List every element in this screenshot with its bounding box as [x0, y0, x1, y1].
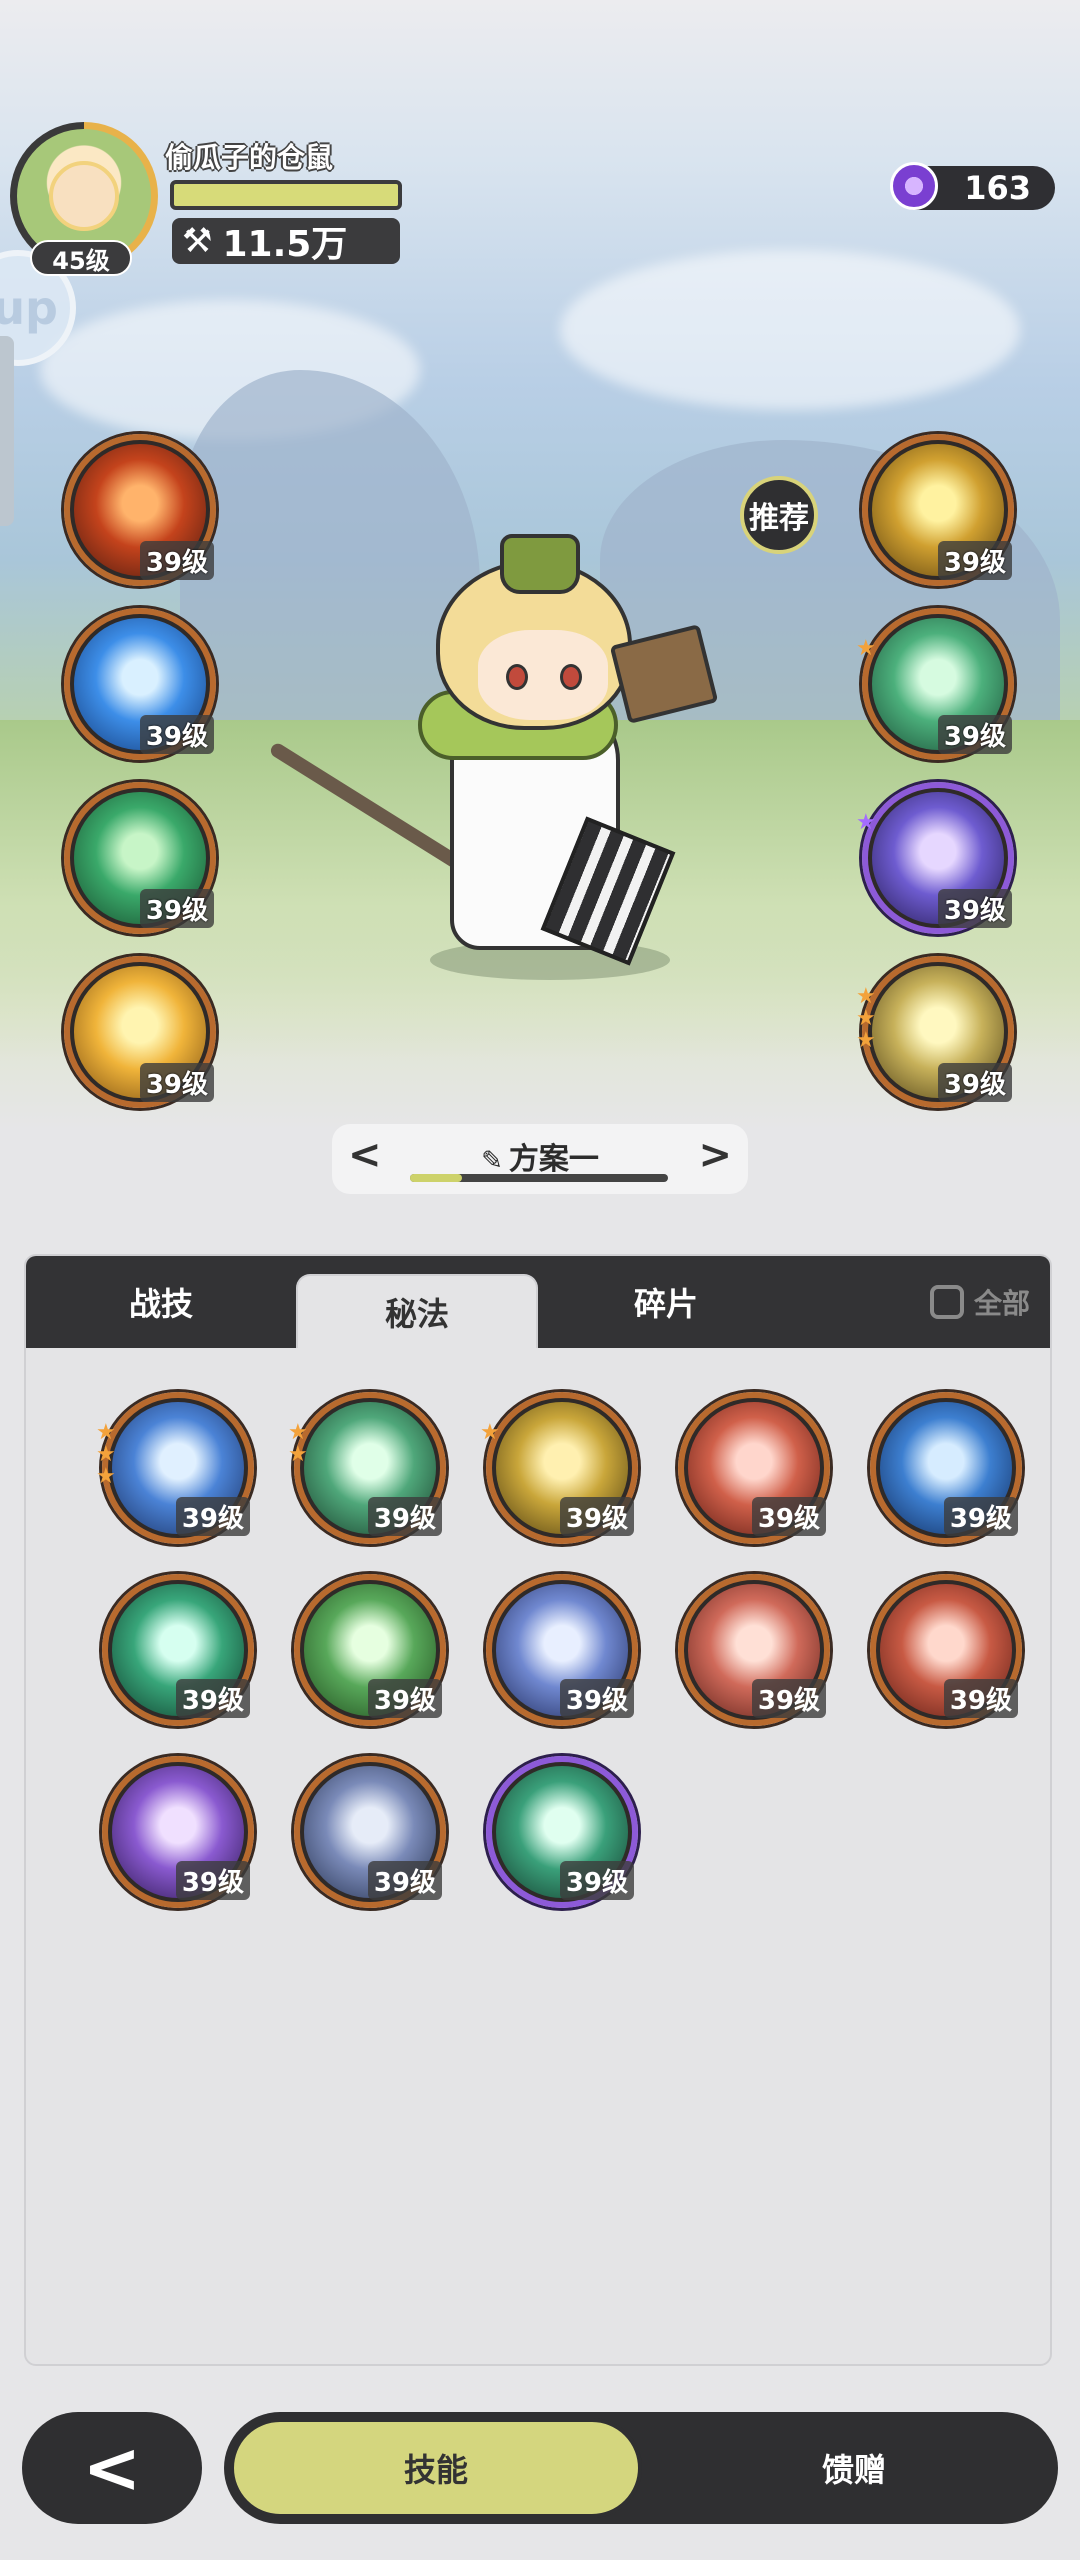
skill-level: 39级: [139, 715, 214, 754]
preset-selector: < ✎ 方案一 >: [332, 1124, 748, 1194]
skill-level: 39级: [751, 1679, 826, 1718]
skill-level: 39级: [175, 1497, 250, 1536]
nav-skills[interactable]: 技能: [230, 2418, 642, 2518]
nav-gifts[interactable]: 馈赠: [654, 2418, 1054, 2518]
skill-level: 39级: [139, 1063, 214, 1102]
star-icon: ★: [480, 1420, 500, 1445]
preset-next-button[interactable]: >: [698, 1132, 732, 1178]
skill-panel: 战技 秘法 碎片 全部 39级 ★ ★ ★ 39级 ★ ★ 39级 ★ 39级 39级 39级 39级 3…: [24, 1254, 1052, 2366]
player-name: 偷瓜子的仓鼠: [165, 141, 334, 174]
star-icon: ★: [288, 1442, 308, 1467]
preset-indicator-fill: [410, 1174, 462, 1182]
skill-slot[interactable]: 39级: [294, 1756, 446, 1908]
equipped-skill-right[interactable]: 39级 ★: [856, 608, 1014, 760]
character-hat: [500, 534, 580, 594]
skill-level: 39级: [559, 1497, 634, 1536]
recommend-button[interactable]: 推荐: [740, 476, 818, 554]
purple-gem-icon: [890, 162, 938, 210]
skill-level: 39级: [139, 541, 214, 580]
skill-slot[interactable]: 39级: [294, 1574, 446, 1726]
exp-bar: [170, 180, 402, 210]
avatar-face: [49, 161, 119, 231]
equipped-skill-right[interactable]: 39级 ★ ★ ★: [856, 956, 1014, 1108]
star-icon: ★: [856, 1028, 876, 1053]
skill-slot[interactable]: 39级: [102, 1574, 254, 1726]
cloud: [560, 250, 1020, 410]
skill-slot[interactable]: 39级 ★ ★: [288, 1392, 446, 1544]
edit-pen-icon: ✎: [481, 1146, 503, 1176]
equipped-skill-left[interactable]: 39级: [64, 782, 216, 934]
tab-secret-arts[interactable]: 秘法: [296, 1274, 538, 1348]
skill-slot[interactable]: 39级 ★: [480, 1392, 638, 1544]
show-all-checkbox[interactable]: [929, 1285, 964, 1319]
show-all-filter[interactable]: 全部: [929, 1282, 1030, 1322]
preset-name: 方案一: [508, 1142, 599, 1177]
skill-slot[interactable]: 39级: [486, 1574, 638, 1726]
equipped-skill-right[interactable]: 39级 ★: [856, 782, 1014, 934]
combat-power-value: 11.5万: [222, 224, 348, 265]
character-eye: [560, 664, 582, 690]
mountain: [180, 370, 480, 730]
skill-level: 39级: [937, 715, 1012, 754]
skill-slot[interactable]: 39级: [102, 1756, 254, 1908]
skill-level: 39级: [175, 1679, 250, 1718]
show-all-label: 全部: [973, 1287, 1030, 1320]
equipped-skill-left[interactable]: 39级: [64, 608, 216, 760]
skill-level: 39级: [937, 1063, 1012, 1102]
skill-slot[interactable]: 39级: [678, 1392, 830, 1544]
star-icon: ★: [856, 636, 876, 661]
back-arrow-icon: <: [82, 2427, 142, 2509]
skill-slot[interactable]: 39级: [678, 1574, 830, 1726]
player-level-badge: 45级: [30, 240, 132, 276]
tab-fragments[interactable]: 碎片: [538, 1256, 794, 1348]
skill-level: 39级: [943, 1497, 1018, 1536]
skill-level: 39级: [751, 1497, 826, 1536]
crossed-tools-icon: ⚒: [182, 221, 213, 261]
preset-name-button[interactable]: ✎ 方案一: [332, 1134, 748, 1178]
tab-combat-skills[interactable]: 战技: [26, 1256, 296, 1348]
skill-level: 39级: [139, 889, 214, 928]
equipped-skill-right[interactable]: 39级: [862, 434, 1014, 586]
bottom-nav: 技能 馈赠: [224, 2412, 1058, 2524]
skill-level: 39级: [559, 1679, 634, 1718]
skill-level: 39级: [367, 1679, 442, 1718]
side-strip[interactable]: [0, 336, 14, 526]
skill-level: 39级: [367, 1861, 442, 1900]
skill-slot[interactable]: 39级: [486, 1756, 638, 1908]
currency-amount: 163: [964, 169, 1031, 207]
equipped-skill-left[interactable]: 39级: [64, 956, 216, 1108]
star-icon: ★: [856, 810, 876, 835]
skill-level: 39级: [367, 1497, 442, 1536]
back-button[interactable]: <: [22, 2412, 202, 2524]
skill-level: 39级: [937, 889, 1012, 928]
skill-slot[interactable]: 39级 ★ ★ ★: [96, 1392, 254, 1544]
skill-level: 39级: [937, 541, 1012, 580]
skill-slot[interactable]: 39级: [870, 1392, 1022, 1544]
skill-tabs: 战技 秘法 碎片 全部: [26, 1256, 1050, 1348]
character-face: [478, 630, 608, 720]
character-eye: [506, 664, 528, 690]
preset-indicator: [410, 1174, 668, 1182]
combat-power: ⚒ 11.5万: [172, 218, 400, 265]
skill-level: 39级: [559, 1861, 634, 1900]
skill-level: 39级: [175, 1861, 250, 1900]
equipped-skill-left[interactable]: 39级: [64, 434, 216, 586]
star-icon: ★: [96, 1464, 116, 1489]
skill-slot[interactable]: 39级: [870, 1574, 1022, 1726]
skill-level: 39级: [943, 1679, 1018, 1718]
